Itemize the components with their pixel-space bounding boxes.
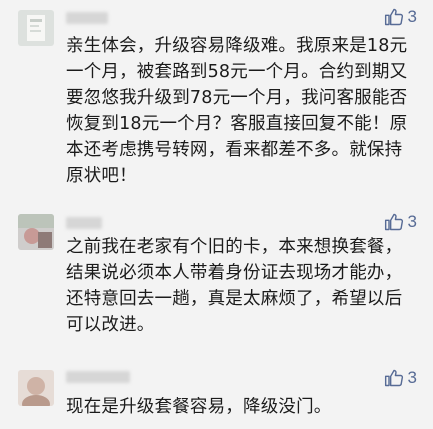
like-count: 3 <box>407 212 417 231</box>
avatar[interactable] <box>18 10 54 46</box>
like-count: 3 <box>407 368 417 387</box>
nickname-masked <box>66 12 108 24</box>
like-button[interactable]: 3 <box>384 7 417 27</box>
like-button[interactable]: 3 <box>384 212 417 232</box>
like-count: 3 <box>407 7 417 26</box>
like-button[interactable]: 3 <box>384 368 417 388</box>
nickname-masked <box>66 371 130 383</box>
avatar[interactable] <box>18 370 54 406</box>
thumbs-up-icon <box>384 369 403 387</box>
comment-text: 亲生体会，升级容易降级难。我原来是18元一个月，被套路到58元一个月。合约到期又… <box>66 36 408 186</box>
comment-text: 之前我在老家有个旧的卡，本来想换套餐，结果说必须本人带着身份证去现场才能办，还特… <box>66 237 403 335</box>
comment-text: 现在是升级套餐容易，降级没门。 <box>66 397 332 417</box>
avatar[interactable] <box>18 214 54 250</box>
thumbs-up-icon <box>384 213 403 231</box>
nickname-masked <box>66 217 102 229</box>
thumbs-up-icon <box>384 8 403 26</box>
